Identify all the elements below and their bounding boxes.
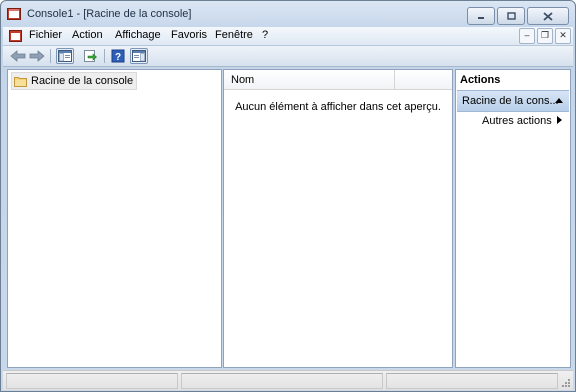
restore-icon [507, 12, 516, 20]
status-segment-2 [181, 373, 383, 389]
minimize-button[interactable] [467, 7, 495, 25]
collapse-arrow-icon[interactable] [555, 98, 563, 103]
back-arrow-icon [10, 50, 26, 62]
menu-affichage[interactable]: Affichage [115, 29, 161, 41]
back-button[interactable] [9, 48, 27, 64]
actions-pane: Actions Racine de la cons... Autres acti… [455, 69, 571, 368]
doc-close-button[interactable]: ✕ [555, 28, 571, 44]
title-bar[interactable]: Console1 - [Racine de la console] [1, 1, 575, 27]
actions-section-label: Racine de la cons... [462, 95, 559, 107]
submenu-arrow-icon [557, 116, 562, 124]
actions-section-header[interactable]: Racine de la cons... [457, 90, 569, 112]
list-header: Nom [224, 70, 452, 90]
svg-text:?: ? [115, 52, 121, 63]
menu-fichier[interactable]: Fichier [29, 29, 62, 41]
tree-item-label: Racine de la console [31, 75, 134, 87]
status-bar [3, 370, 573, 390]
menu-action[interactable]: Action [72, 29, 103, 41]
help-button[interactable]: ? [109, 48, 127, 64]
restore-icon: ❐ [540, 30, 550, 40]
export-list-button[interactable] [81, 48, 99, 64]
window-title: Console1 - [Racine de la console] [27, 8, 192, 20]
show-hide-tree-button[interactable] [56, 48, 74, 64]
console-app-icon [7, 8, 21, 20]
toolbar: ? [3, 46, 573, 67]
show-hide-tree-icon [58, 50, 72, 62]
restore-button[interactable] [497, 7, 525, 25]
resize-grip-icon[interactable] [561, 378, 571, 388]
doc-minimize-button[interactable]: – [519, 28, 535, 44]
menu-bar: Fichier Action Affichage Favoris Fenêtre… [3, 27, 573, 46]
status-segment-1 [6, 373, 178, 389]
console-doc-icon[interactable] [9, 30, 22, 42]
show-hide-action-pane-icon [132, 50, 146, 62]
menu-favoris[interactable]: Favoris [171, 29, 207, 41]
actions-title: Actions [460, 74, 501, 86]
export-list-icon [84, 50, 97, 62]
actions-item-autres-actions[interactable]: Autres actions [482, 115, 552, 127]
doc-restore-button[interactable]: ❐ [537, 28, 553, 44]
minimize-icon: – [524, 30, 530, 40]
forward-button[interactable] [28, 48, 46, 64]
close-icon [543, 11, 553, 21]
minimize-icon [478, 17, 484, 19]
help-icon: ? [111, 49, 125, 63]
forward-arrow-icon [29, 50, 45, 62]
console-tree-pane: Racine de la console [7, 69, 222, 368]
show-hide-action-pane-button[interactable] [130, 48, 148, 64]
close-icon: ✕ [559, 30, 567, 40]
menu-help[interactable]: ? [262, 29, 268, 41]
menu-fenetre[interactable]: Fenêtre [215, 29, 253, 41]
folder-icon [14, 76, 27, 87]
result-list-pane: Nom Aucun élément à afficher dans cet ap… [223, 69, 453, 368]
column-header-nom[interactable]: Nom [231, 74, 254, 86]
mmc-window: Console1 - [Racine de la console] Fichie… [0, 0, 576, 392]
tree-item-racine[interactable]: Racine de la console [11, 72, 138, 90]
empty-list-message: Aucun élément à afficher dans cet aperçu… [235, 101, 441, 113]
column-divider[interactable] [394, 70, 395, 89]
close-button[interactable] [527, 7, 569, 25]
status-segment-3 [386, 373, 558, 389]
